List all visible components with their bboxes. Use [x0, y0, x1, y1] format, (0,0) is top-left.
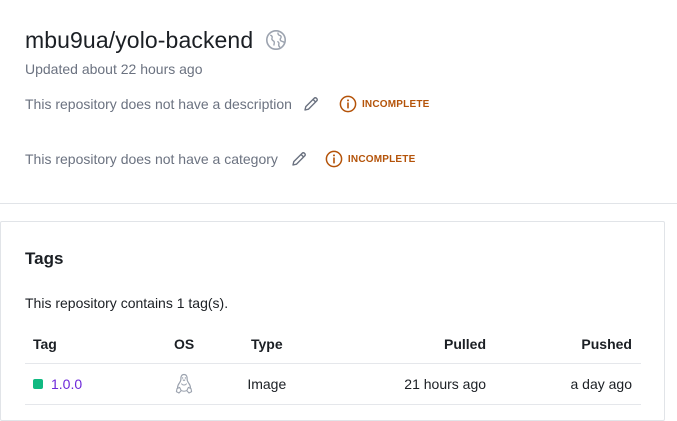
- edit-category-pencil-icon[interactable]: [290, 150, 308, 168]
- tags-heading: Tags: [25, 249, 64, 268]
- tags-summary: This repository contains 1 tag(s).: [25, 295, 229, 311]
- incomplete-label: INCOMPLETE: [347, 153, 416, 165]
- column-header-tag: Tag: [25, 325, 151, 364]
- column-header-pulled: Pulled: [315, 325, 487, 364]
- tag-link[interactable]: 1.0.0: [51, 376, 82, 392]
- incomplete-label: INCOMPLETE: [361, 98, 430, 110]
- tags-table: Tag OS Type Pulled Pushed 1.0.0 Image 21…: [25, 325, 641, 405]
- public-globe-icon: [265, 29, 287, 51]
- repo-title-row: mbu9ua/yolo-backend: [25, 24, 287, 56]
- updated-timestamp: Updated about 22 hours ago: [25, 61, 203, 77]
- pushed-cell: a day ago: [486, 363, 641, 405]
- info-icon: [325, 150, 343, 168]
- pulled-cell: 21 hours ago: [315, 363, 487, 405]
- column-header-os: OS: [150, 325, 219, 364]
- category-text: This repository does not have a category: [25, 151, 278, 167]
- tag-status-dot: [33, 379, 43, 389]
- type-cell: Image: [218, 363, 316, 405]
- column-header-type: Type: [218, 325, 316, 364]
- description-text: This repository does not have a descript…: [25, 96, 292, 112]
- linux-icon: [174, 373, 194, 395]
- tags-card: Tags This repository contains 1 tag(s). …: [0, 221, 665, 421]
- category-row: This repository does not have a category…: [25, 150, 415, 168]
- tags-table-header-row: Tag OS Type Pulled Pushed: [25, 325, 641, 364]
- edit-description-pencil-icon[interactable]: [302, 95, 320, 113]
- description-row: This repository does not have a descript…: [25, 95, 430, 113]
- category-incomplete-badge: INCOMPLETE: [325, 150, 416, 168]
- description-incomplete-badge: INCOMPLETE: [339, 95, 430, 113]
- repo-header-card: mbu9ua/yolo-backend Updated about 22 hou…: [0, 0, 677, 204]
- column-header-pushed: Pushed: [486, 325, 641, 364]
- table-row: 1.0.0 Image 21 hours ago a day ago: [25, 363, 641, 405]
- tag-cell: 1.0.0: [25, 363, 151, 405]
- info-icon: [339, 95, 357, 113]
- repo-title: mbu9ua/yolo-backend: [25, 27, 254, 53]
- os-cell: [150, 363, 219, 405]
